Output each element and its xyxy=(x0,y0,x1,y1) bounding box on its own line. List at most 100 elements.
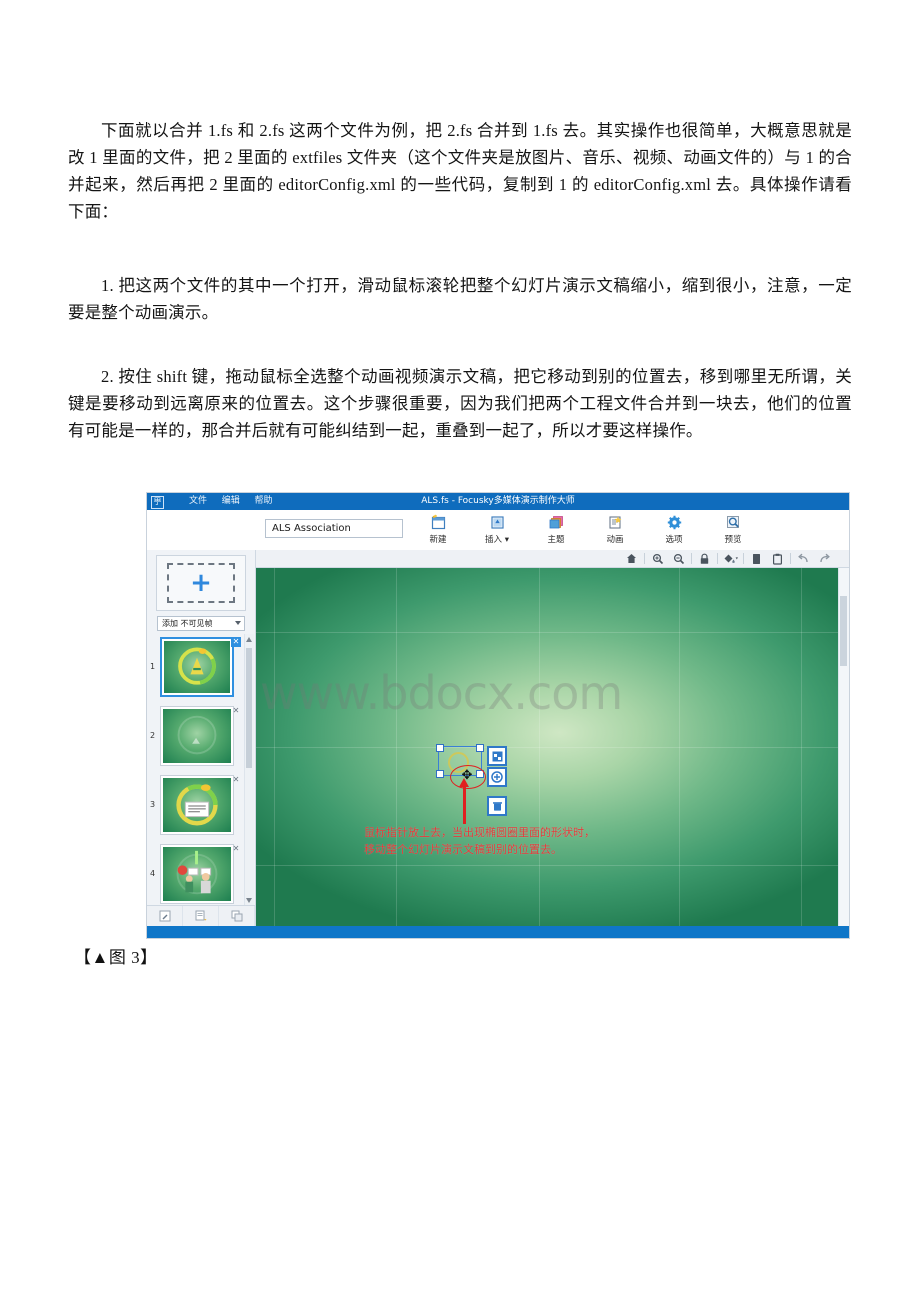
options-gear-icon xyxy=(651,512,697,532)
slide-thumb-frame[interactable] xyxy=(160,637,234,697)
canvas-scrollbar[interactable] xyxy=(838,568,849,926)
scroll-up-arrow-icon[interactable] xyxy=(246,637,252,642)
slide-thumb-frame[interactable] xyxy=(160,706,234,766)
paragraph-step-1: 1. 把这两个文件的其中一个打开，滑动鼠标滚轮把整个幻灯片演示文稿缩小，缩到很小… xyxy=(68,275,852,322)
window-title: ALS.fs - Focusky多媒体演示制作大师 xyxy=(421,496,575,506)
group-frames-button[interactable] xyxy=(219,906,255,926)
ribbon-label-preview: 预览 xyxy=(724,535,742,545)
ribbon-label-new: 新建 xyxy=(429,535,447,545)
slide-thumbnail-1[interactable]: 1 ✕ xyxy=(147,634,255,702)
slide-close-icon[interactable]: ✕ xyxy=(231,844,241,854)
figure-caption: 【▲图 3】 xyxy=(74,948,158,967)
new-slide-icon xyxy=(415,512,461,532)
canvas-gridline xyxy=(256,865,839,866)
group-icon xyxy=(231,910,242,922)
ribbon-label-theme: 主题 xyxy=(547,535,565,545)
slide-close-icon[interactable]: ✕ xyxy=(231,706,241,716)
ribbon-button-theme[interactable]: 主题 xyxy=(533,512,579,545)
app-status-bar xyxy=(147,926,849,938)
resize-frame-icon[interactable] xyxy=(487,746,507,766)
watermark-text: www.bdocx.com xyxy=(260,666,623,720)
add-frame-icon[interactable] xyxy=(487,767,507,787)
annotation-arrow xyxy=(459,778,469,824)
presentation-canvas[interactable]: www.bdocx.com ✥ 鼠标指针放上去，当出现椭圆圈里面的形状时， 移动… xyxy=(256,568,839,926)
slide-thumb-image xyxy=(163,709,231,763)
ribbon-button-insert[interactable]: 插入 ▾ xyxy=(474,512,520,545)
lock-icon[interactable] xyxy=(694,551,715,566)
toolbar-separator xyxy=(691,553,692,564)
preview-magnifier-icon xyxy=(710,512,756,532)
focusky-app-screenshot: 甼 文件 编辑 帮助 ALS.fs - Focusky多媒体演示制作大师 ALS… xyxy=(146,492,850,939)
ribbon-button-preview[interactable]: 预览 xyxy=(710,512,756,545)
paragraph-step-2: 2. 按住 shift 键，拖动鼠标全选整个动画视频演示文稿，把它移动到别的位置… xyxy=(68,366,852,440)
slide-thumb-image xyxy=(163,778,231,832)
canvas-gridline xyxy=(256,747,839,748)
slide-thumb-frame[interactable] xyxy=(160,844,234,904)
toolbar-separator xyxy=(717,553,718,564)
edit-pencil-icon xyxy=(159,910,170,922)
delete-frame-icon[interactable] xyxy=(487,796,507,816)
paragraph-intro: 下面就以合并 1.fs 和 2.fs 这两个文件为例，把 2.fs 合并到 1.… xyxy=(68,120,852,221)
slide-thumbnail-list[interactable]: 1 ✕ 2 ✕ 3 ✕ 4 ✕ xyxy=(147,634,255,906)
scroll-down-arrow-icon[interactable] xyxy=(246,898,252,903)
ribbon-button-group: 新建 插入 ▾ 主题 动画 选项 预览 xyxy=(415,512,756,545)
chevron-down-icon[interactable] xyxy=(235,621,241,625)
slide-number: 3 xyxy=(150,800,156,809)
slide-close-icon[interactable]: ✕ xyxy=(231,637,241,647)
undo-icon[interactable] xyxy=(793,551,814,566)
chevron-down-icon[interactable]: ▾ xyxy=(502,535,509,545)
scrollbar-thumb[interactable] xyxy=(246,648,252,768)
animation-icon xyxy=(592,512,638,532)
annotation-text: 鼠标指针放上去，当出现椭圆圈里面的形状时， 移动整个幻灯片演示文稿到别的位置去。 xyxy=(364,824,595,858)
slide-thumbnail-4[interactable]: 4 ✕ xyxy=(147,841,255,906)
fill-color-icon[interactable] xyxy=(720,551,741,566)
add-frame-plus-icon: + xyxy=(167,563,235,603)
duplicate-icon xyxy=(195,910,206,921)
slide-thumbnail-3[interactable]: 3 ✕ xyxy=(147,772,255,840)
presentation-title-input[interactable]: ALS Association xyxy=(265,519,403,538)
home-icon[interactable] xyxy=(621,551,642,566)
ribbon-label-options: 选项 xyxy=(665,535,683,545)
app-title-bar: 甼 文件 编辑 帮助 ALS.fs - Focusky多媒体演示制作大师 xyxy=(147,493,849,510)
edit-frame-button[interactable] xyxy=(147,906,183,926)
theme-icon xyxy=(533,512,579,532)
toolbar-separator xyxy=(644,553,645,564)
resize-handle-bottom-left[interactable] xyxy=(436,770,444,778)
toolbar-separator xyxy=(743,553,744,564)
slide-list-scrollbar[interactable] xyxy=(244,634,254,906)
copy-icon[interactable] xyxy=(746,551,767,566)
app-body: + 添加 不可见帧 1 ✕ 2 ✕ 3 ✕ 4 ✕ www.bdocx.com … xyxy=(147,550,849,926)
ribbon-button-animation[interactable]: 动画 xyxy=(592,512,638,545)
scrollbar-thumb[interactable] xyxy=(840,596,847,666)
ribbon-button-new[interactable]: 新建 xyxy=(415,512,461,545)
add-frame-type-value: 添加 不可见帧 xyxy=(162,619,213,628)
redo-icon[interactable] xyxy=(814,551,835,566)
ribbon-label-animation: 动画 xyxy=(606,535,624,545)
toolbar-separator xyxy=(790,553,791,564)
slide-panel: + 添加 不可见帧 1 ✕ 2 ✕ 3 ✕ 4 ✕ xyxy=(147,550,256,926)
slide-thumb-image xyxy=(164,641,230,693)
paste-icon[interactable] xyxy=(767,551,788,566)
slide-thumb-frame[interactable] xyxy=(160,775,234,835)
slide-number: 4 xyxy=(150,869,156,878)
resize-handle-top-right[interactable] xyxy=(476,744,484,752)
annotation-line-1: 鼠标指针放上去，当出现椭圆圈里面的形状时， xyxy=(364,826,595,839)
zoom-in-icon[interactable] xyxy=(647,551,668,566)
canvas-toolbar xyxy=(256,550,849,568)
ribbon-button-options[interactable]: 选项 xyxy=(651,512,697,545)
add-frame-button[interactable]: + xyxy=(156,555,246,611)
slide-close-icon[interactable]: ✕ xyxy=(231,775,241,785)
slide-number: 1 xyxy=(150,662,156,671)
zoom-out-icon[interactable] xyxy=(668,551,689,566)
ribbon-toolbar: ALS Association 新建 插入 ▾ 主题 动画 选项 预览 xyxy=(147,510,849,551)
canvas-gridline xyxy=(256,632,839,633)
slide-thumb-image xyxy=(163,847,231,901)
slide-thumbnail-2[interactable]: 2 ✕ xyxy=(147,703,255,771)
editor-canvas-area: www.bdocx.com ✥ 鼠标指针放上去，当出现椭圆圈里面的形状时， 移动… xyxy=(256,550,849,926)
annotation-line-2: 移动整个幻灯片演示文稿到别的位置去。 xyxy=(364,843,562,856)
add-frame-type-select[interactable]: 添加 不可见帧 xyxy=(157,616,245,631)
duplicate-frame-button[interactable] xyxy=(183,906,219,926)
resize-handle-top-left[interactable] xyxy=(436,744,444,752)
slide-panel-footer xyxy=(147,905,255,926)
insert-icon xyxy=(474,512,520,532)
